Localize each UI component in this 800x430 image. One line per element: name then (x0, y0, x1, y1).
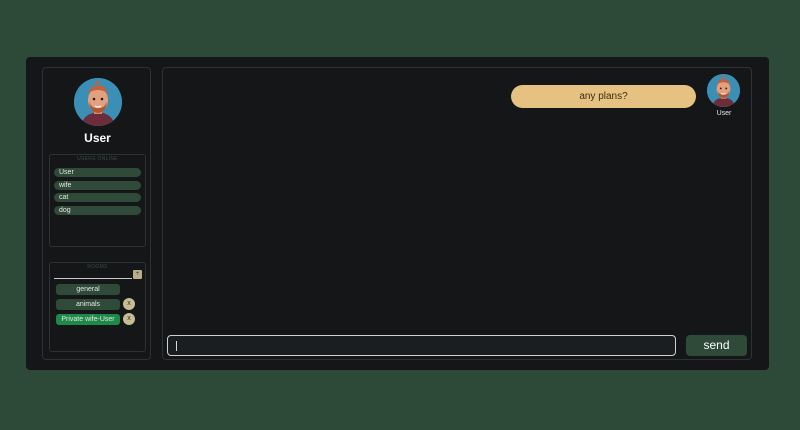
add-room-button[interactable]: + (133, 270, 142, 279)
room-button-general[interactable]: general (56, 284, 120, 295)
text-caret (176, 341, 177, 351)
user-list-item[interactable]: User (54, 168, 141, 177)
users-online-title: USERS ONLINE (77, 156, 118, 162)
close-room-private-button[interactable]: x (123, 313, 135, 325)
room-button-private-wife-user[interactable]: Private wife-User (56, 314, 120, 325)
rooms-panel: ROOMS + general animals x Private wife-U… (49, 262, 146, 352)
room-button-animals[interactable]: animals (56, 299, 120, 310)
message-sender-name: User (716, 110, 732, 117)
user-avatar-icon (74, 78, 122, 126)
sidebar: User USERS ONLINE User wife cat dog ROOM… (42, 67, 151, 360)
chat-panel: any plans? User send (162, 67, 752, 360)
message-input[interactable] (167, 335, 676, 356)
user-list-item[interactable]: cat (54, 193, 141, 202)
current-user-name: User (84, 131, 111, 145)
message-sender-avatar (707, 74, 740, 107)
close-room-animals-button[interactable]: x (123, 298, 135, 310)
user-avatar (74, 78, 122, 126)
new-room-input[interactable] (54, 270, 132, 279)
user-avatar-icon (707, 74, 740, 107)
send-button[interactable]: send (686, 335, 747, 356)
user-list-item[interactable]: wife (54, 181, 141, 190)
message-bubble: any plans? (511, 85, 696, 108)
chat-app-window: User USERS ONLINE User wife cat dog ROOM… (26, 57, 769, 370)
user-list-item[interactable]: dog (54, 206, 141, 215)
users-online-panel: USERS ONLINE User wife cat dog (49, 154, 146, 247)
